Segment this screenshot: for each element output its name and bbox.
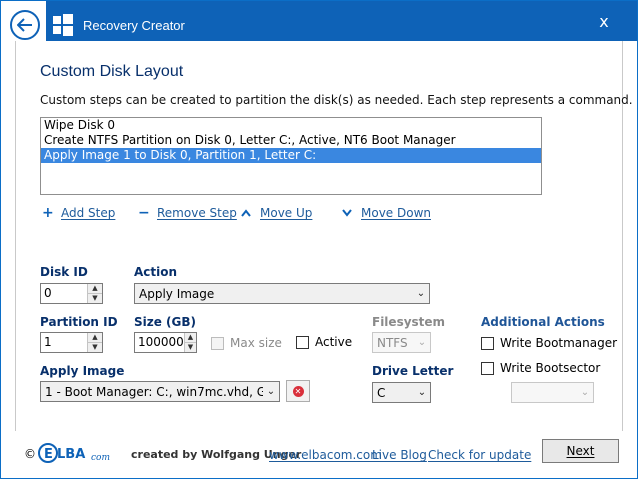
spin-up-icon[interactable]: ▲ [184, 333, 196, 342]
checkbox-box [481, 336, 494, 350]
write-bootsector-label: Write Bootsector [500, 361, 601, 375]
arrow-left-icon [17, 18, 32, 32]
remove-step-label: Remove Step [157, 206, 237, 220]
next-button[interactable]: Next [542, 439, 619, 463]
additional-actions-label: Additional Actions [481, 315, 605, 329]
drive-letter-select[interactable]: C ⌄ [372, 382, 431, 403]
back-button[interactable] [10, 10, 40, 40]
list-item[interactable]: Apply Image 1 to Disk 0, Partition 1, Le… [41, 148, 541, 163]
list-item[interactable]: Wipe Disk 0 [41, 118, 541, 133]
write-bootmanager-checkbox[interactable]: Write Bootmanager [481, 336, 617, 350]
move-up-label: Move Up [260, 206, 313, 220]
page-title: Custom Disk Layout [40, 63, 184, 80]
drive-letter-value: C [377, 385, 386, 400]
copyright-symbol: © [24, 447, 36, 461]
live-blog-link[interactable]: Live Blog [372, 448, 427, 462]
chevron-down-icon: ⌄ [266, 386, 276, 397]
check-update-link[interactable]: Check for update [428, 448, 531, 462]
steps-list[interactable]: Wipe Disk 0 Create NTFS Partition on Dis… [40, 117, 542, 195]
next-label: Next [566, 444, 595, 458]
apply-image-label: Apply Image [40, 364, 125, 378]
close-icon: x [599, 11, 609, 31]
app-window: Recovery Creator x Custom Disk Layout Cu… [0, 0, 638, 479]
partition-id-stepper[interactable]: 1 ▲ ▼ [40, 332, 103, 353]
window-title: Recovery Creator [83, 18, 185, 33]
chevron-down-icon: ⌄ [416, 288, 426, 299]
clear-image-button[interactable]: ✕ [286, 380, 310, 402]
chevron-up-icon [241, 205, 251, 221]
partition-id-label: Partition ID [40, 315, 118, 329]
active-label: Active [315, 335, 353, 349]
checkbox-box [481, 361, 494, 375]
max-size-label: Max size [230, 336, 282, 350]
page-description: Custom steps can be created to partition… [40, 93, 633, 107]
windows-logo-icon [53, 14, 73, 36]
drive-letter-label: Drive Letter [372, 364, 454, 378]
spin-up-icon[interactable]: ▲ [88, 333, 102, 342]
plus-icon: + [42, 205, 54, 221]
remove-step-button[interactable]: − Remove Step [138, 205, 237, 221]
remove-icon: ✕ [292, 385, 304, 397]
max-size-checkbox[interactable]: Max size [211, 336, 282, 350]
action-label: Action [134, 265, 178, 279]
svg-text:E: E [44, 447, 53, 462]
action-value: Apply Image [139, 286, 215, 301]
size-label: Size (GB) [134, 315, 197, 329]
size-stepper[interactable]: 100000 ▲ ▼ [134, 332, 197, 353]
size-value: 100000 [138, 335, 184, 349]
action-select[interactable]: Apply Image ⌄ [134, 283, 430, 304]
website-link[interactable]: www.elbacom.com [269, 448, 382, 462]
spin-down-icon[interactable]: ▼ [184, 342, 196, 352]
elbacom-logo-icon: E LBA com [38, 443, 110, 463]
apply-image-value: 1 - Boot Manager: C:, win7mc.vhd, Game [45, 384, 263, 399]
svg-text:com: com [91, 453, 110, 463]
filesystem-select[interactable]: NTFS ⌄ [372, 332, 431, 353]
spin-down-icon[interactable]: ▼ [88, 342, 102, 352]
chevron-down-icon: ⌄ [580, 387, 590, 398]
close-button[interactable]: x [585, 1, 623, 41]
disk-id-stepper[interactable]: 0 ▲ ▼ [40, 283, 103, 304]
filesystem-value: NTFS [377, 335, 408, 350]
list-item[interactable]: Create NTFS Partition on Disk 0, Letter … [41, 133, 541, 148]
elbacom-logo: E LBA com [38, 442, 123, 464]
write-bootsector-checkbox[interactable]: Write Bootsector [481, 361, 600, 375]
bootsector-select[interactable]: ⌄ [511, 382, 594, 403]
svg-text:LBA: LBA [57, 447, 85, 462]
move-down-label: Move Down [361, 206, 431, 220]
active-checkbox[interactable]: Active [296, 335, 352, 349]
partition-id-value: 1 [44, 335, 52, 349]
add-step-button[interactable]: + Add Step [42, 205, 115, 221]
write-bootmanager-label: Write Bootmanager [500, 336, 618, 350]
chevron-down-icon: ⌄ [417, 337, 427, 348]
apply-image-select[interactable]: 1 - Boot Manager: C:, win7mc.vhd, Game ⌄ [40, 381, 280, 402]
filesystem-label: Filesystem [372, 315, 446, 329]
app-logo [46, 9, 78, 41]
checkbox-box [296, 335, 309, 349]
spin-up-icon[interactable]: ▲ [88, 284, 102, 293]
disk-id-label: Disk ID [40, 265, 88, 279]
move-down-button[interactable]: Move Down [342, 205, 431, 221]
spin-down-icon[interactable]: ▼ [88, 293, 102, 303]
chevron-down-icon: ⌄ [417, 387, 427, 398]
disk-id-value: 0 [44, 286, 52, 300]
add-step-label: Add Step [61, 206, 116, 220]
chevron-down-icon [342, 205, 352, 221]
move-up-button[interactable]: Move Up [241, 205, 312, 221]
checkbox-box [211, 336, 224, 350]
minus-icon: − [138, 205, 150, 221]
